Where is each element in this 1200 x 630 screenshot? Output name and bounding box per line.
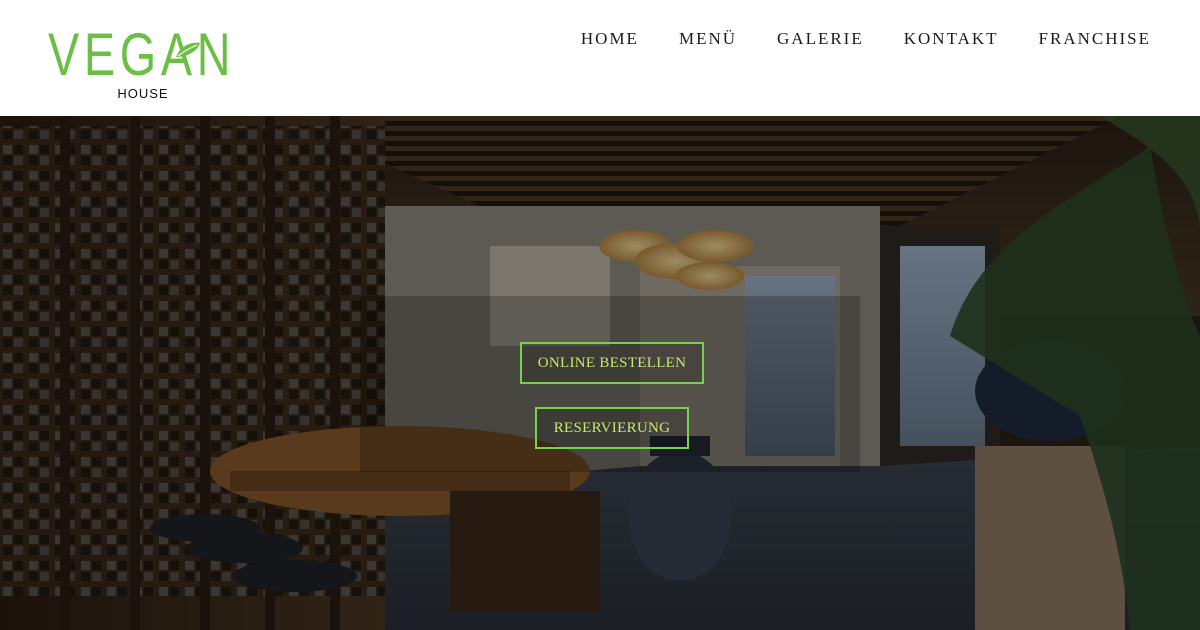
main-nav: HOME MENÜ GALERIE KONTAKT FRANCHISE <box>581 28 1151 50</box>
site-header: VEGAN HOUSE HOME MENÜ GALERIE KONTAKT FR… <box>0 0 1200 116</box>
logo-wordmark: VEGAN <box>48 21 236 88</box>
hero-section: ONLINE BESTELLEN RESERVIERUNG <box>0 116 1200 630</box>
nav-item-home[interactable]: HOME <box>581 28 639 50</box>
nav-item-franchise[interactable]: FRANCHISE <box>1039 28 1151 50</box>
online-order-button[interactable]: ONLINE BESTELLEN <box>520 342 704 384</box>
nav-item-menu[interactable]: MENÜ <box>679 28 737 50</box>
nav-item-contact[interactable]: KONTAKT <box>904 28 999 50</box>
nav-item-gallery[interactable]: GALERIE <box>777 28 864 50</box>
site-logo[interactable]: VEGAN HOUSE <box>48 21 238 104</box>
logo-subtitle: HOUSE <box>117 86 169 101</box>
leaf-icon <box>176 42 200 57</box>
reservation-button[interactable]: RESERVIERUNG <box>535 407 689 449</box>
